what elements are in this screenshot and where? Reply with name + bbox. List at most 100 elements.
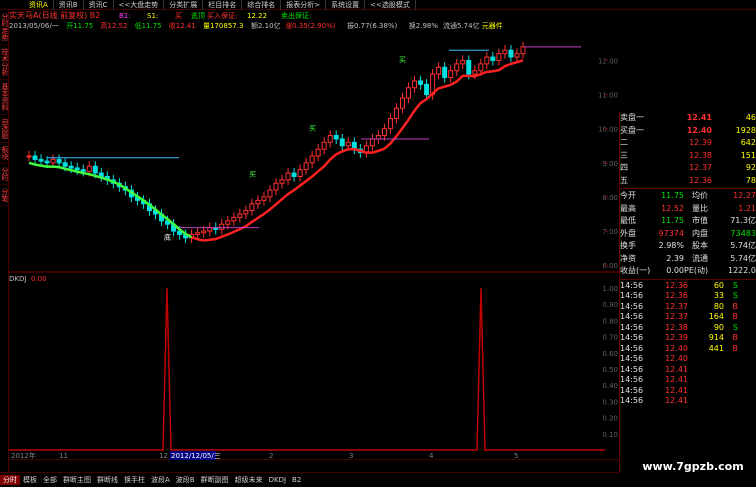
tick-price: 12.41 [665,385,688,395]
menu-item-7[interactable]: 报表分析> [281,0,327,10]
buy-label: 五 [620,175,628,185]
candle-body-29 [201,230,207,234]
tick-vol [688,396,724,407]
candle-body-53 [345,141,351,147]
stat-key: 最高 [620,203,636,213]
menu-item-2[interactable]: 资讯C [84,0,114,10]
indicator-value: 0.00 [31,275,47,283]
bottom-tab-6[interactable]: 波段A [148,475,173,485]
candle-body-52 [339,138,345,147]
tick-vol: 60 [713,280,724,290]
tick-price: 12.37 [665,301,688,311]
stat-row-2: 最低 11.75 市值 71.3亿 [620,215,756,228]
buy-price: 12.39 [689,138,712,147]
left-tab-6[interactable]: 分笔 [0,185,9,206]
tick-vol: 441 [708,343,724,353]
bottom-tab-0[interactable]: 分时 [0,475,20,485]
candle-body-43 [285,172,291,181]
candle-body-76 [484,56,490,65]
date-label-1: 11 [59,452,68,460]
candle-body-62 [399,97,405,109]
tick-side [724,375,738,386]
tick-vol: 90 [713,322,724,332]
candle-body-33 [225,220,231,225]
ohlc-part-9: 换2.98% [409,21,439,30]
ind-tick-6: 0.40 [602,382,618,390]
candle-body-9 [80,169,86,172]
candle-body-30 [207,227,213,232]
candle-body-57 [369,138,375,147]
stat-val: 0.00 [666,266,684,275]
bottom-tab-8[interactable]: 群断副图 [198,475,232,485]
quote-divider [620,188,756,189]
annotation-buy1: 买 [249,170,256,178]
kline-chart[interactable]: 实天马A(日线 前复权) B2 B1: S1: 买 逃顶 买入保证: 12.22 卖… [9,10,619,460]
tick-price: 12.41 [665,396,688,405]
price-tick-5: 7.00 [602,228,618,236]
menu-item-1[interactable]: 资讯B [54,0,84,10]
left-tab-3[interactable]: 自选股 [0,115,9,143]
annotation-buy3: 买 [399,56,406,64]
tick-price: 12.39 [665,333,688,342]
sell-row-0: 卖盘一 12.41 46 [620,112,756,125]
bottom-tab-10[interactable]: DKDJ [266,476,289,484]
left-tab-5[interactable]: 分时 [0,164,9,185]
price-tick-2: 10.00 [598,126,618,134]
candle-body-38 [255,199,261,205]
bottom-tab-9[interactable]: 超级未来 [232,475,266,485]
menu-item-5[interactable]: 栏目排名 [203,0,243,10]
stat-row-6: 收益(一) 0.00 PE(动) 1222.0 [620,265,756,278]
bottom-tab-4[interactable]: 群断线 [94,475,121,485]
bottom-tab-11[interactable]: B2 [289,476,304,484]
buy-price: 12.40 [686,125,712,135]
menu-item-4[interactable]: 分类扩展 [164,0,204,10]
bottom-tab-5[interactable]: 换手柱 [121,475,148,485]
bottom-tab-7[interactable]: 波段B [173,475,198,485]
tick-time: 14:56 [620,385,644,395]
ind-tick-8: 0.20 [602,415,618,423]
tick-row-7: 14:56 12.40 [620,354,756,365]
candle-body-60 [387,117,393,130]
tick-price: 12.41 [665,375,688,384]
left-tab-1[interactable]: 技术分析 [0,45,9,80]
stat-row-5: 净资 2.39 流通 5.74亿 [620,253,756,266]
quote-panel: 卖盘一 12.41 46 买盘一 12.40 1928 二 12.39 642 三 12.38 151… [619,112,756,472]
stat-val: 12.27 [733,191,756,200]
menu-item-8[interactable]: 系统设置 [326,0,366,10]
tick-row-0: 14:56 12.36 60 S [620,281,756,292]
bottom-tab-1[interactable]: 模板 [20,475,40,485]
tick-time: 14:56 [620,375,644,384]
date-label-7: 5 [514,452,518,460]
date-label-3: 2012/12/05/三 [171,452,221,460]
stat-key: 外盘 [620,228,636,238]
tick-price: 12.37 [665,312,688,321]
tick-time: 14:56 [620,343,644,353]
candle-body-79 [502,49,508,55]
tick-price: 12.36 [665,291,688,300]
bottom-tab-3[interactable]: 群断主图 [60,475,94,485]
stat-row-1: 最高 12.52 量比 1.21 [620,203,756,216]
left-tab-bar: 分时走势 技术分析 基本资料 自选股 板块 分时 分笔 [0,10,9,472]
bottom-tab-2[interactable]: 全部 [40,475,60,485]
candle-body-37 [249,203,255,212]
indicator-name: DKDJ [9,275,26,283]
price-tick-1: 11.00 [598,92,618,100]
candle-body-51 [333,135,339,140]
candle-body-72 [460,59,466,65]
left-tab-2[interactable]: 基本资料 [0,80,9,115]
buy-vol: 151 [740,150,756,160]
left-tab-0[interactable]: 分时走势 [0,10,9,45]
left-tab-4[interactable]: 板块 [0,143,9,164]
top-menubar: 资讯A 资讯B 资讯C <<大盘走势 分类扩展 栏目排名 综合排名 报表分析> 系统设置 <<选股… [0,0,756,10]
stat-key: 均价 [692,191,708,200]
candle-body-32 [219,223,225,230]
stat-val: 5.74亿 [730,241,756,250]
menu-item-3[interactable]: <<大盘走势 [114,0,165,10]
annotation-bottom: 底 [164,233,171,242]
menu-item-9[interactable]: <<选股模式 [365,0,416,10]
menu-item-0[interactable]: 资讯A [24,0,54,10]
candle-body-68 [436,66,442,75]
date-label-2: 12 [159,452,168,460]
candle-body-47 [309,155,315,164]
menu-item-6[interactable]: 综合排名 [242,0,282,10]
